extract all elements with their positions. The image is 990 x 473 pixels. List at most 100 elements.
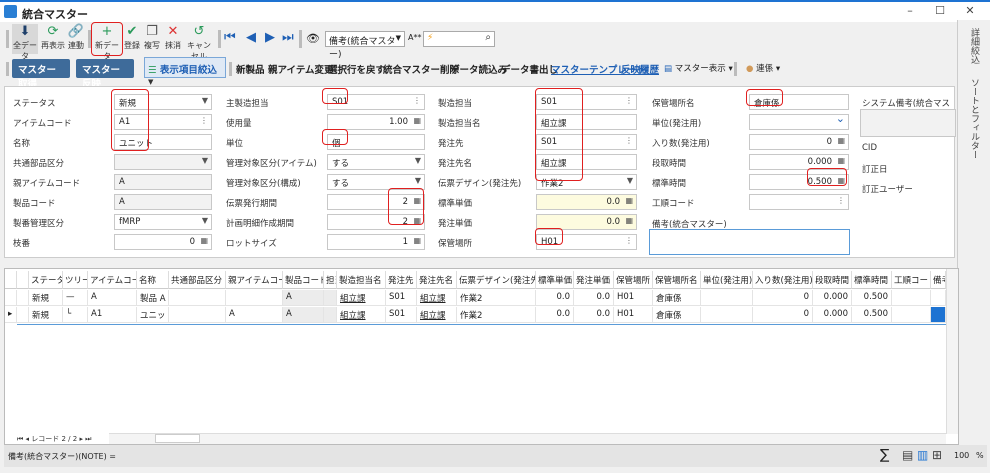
- erase-button[interactable]: ✕ 抹消: [163, 24, 183, 54]
- record-navigator[interactable]: ⏮ ◂ レコード 2 / 2 ▸ ⏭: [17, 434, 91, 444]
- table-cell[interactable]: S01: [386, 290, 417, 306]
- search-field-select[interactable]: 備考(統合マスター) ▼: [325, 31, 405, 60]
- field-col1-7[interactable]: 0 ▦: [114, 234, 212, 250]
- next-record-icon[interactable]: ▶: [265, 30, 275, 45]
- field-col2-1[interactable]: 1.00 ▦: [327, 114, 425, 130]
- dropdown-arrow-icon[interactable]: ▼: [627, 176, 633, 185]
- dropdown-arrow-icon[interactable]: ▼: [202, 96, 208, 105]
- apply-history-link[interactable]: 反映履歴: [621, 62, 659, 76]
- field-col4-1[interactable]: ⌄: [749, 114, 849, 130]
- column-header[interactable]: 発注先: [386, 271, 417, 289]
- note-textarea[interactable]: [649, 229, 850, 255]
- lookup-icon[interactable]: ⋮: [625, 136, 633, 145]
- apply-master-button[interactable]: マスター反映: [76, 59, 134, 90]
- table-cell[interactable]: 0.000: [813, 290, 852, 306]
- relation-dropdown[interactable]: ● 連係 ▾: [746, 62, 780, 74]
- column-header[interactable]: 備考: [931, 271, 946, 289]
- table-cell[interactable]: H01: [614, 290, 653, 306]
- column-header[interactable]: 入り数(発注用): [753, 271, 813, 289]
- table-cell[interactable]: [226, 290, 283, 306]
- table-cell[interactable]: 作業2: [457, 290, 536, 306]
- table-cell[interactable]: A: [283, 307, 324, 323]
- table-cell[interactable]: 0.000: [813, 307, 852, 323]
- table-cell[interactable]: [169, 290, 226, 306]
- table-cell[interactable]: A1: [88, 307, 137, 323]
- import-data-button[interactable]: データ読込み: [450, 62, 507, 76]
- grid-view-icon[interactable]: ⊞: [932, 448, 942, 462]
- calculator-icon[interactable]: ▦: [200, 236, 208, 245]
- first-record-icon[interactable]: ⏮: [224, 30, 236, 45]
- calculator-icon[interactable]: ▦: [413, 236, 421, 245]
- column-header[interactable]: [5, 271, 17, 289]
- system-note-field[interactable]: [860, 109, 956, 137]
- copy-button[interactable]: ❐ 複写: [142, 24, 162, 54]
- column-header[interactable]: 発注先名: [417, 271, 457, 289]
- column-header[interactable]: 名称: [137, 271, 169, 289]
- column-header[interactable]: 段取時間: [813, 271, 852, 289]
- register-button[interactable]: ✔ 登録: [123, 24, 141, 54]
- calculator-icon[interactable]: ▦: [837, 136, 845, 145]
- search-input[interactable]: ⚡ ⌕: [423, 31, 495, 47]
- column-header[interactable]: ステータス: [29, 271, 63, 289]
- table-cell[interactable]: 組立課: [337, 307, 386, 323]
- table-cell[interactable]: [169, 307, 226, 323]
- field-col1-6[interactable]: fMRP ▼: [114, 214, 212, 230]
- filter-items-dropdown[interactable]: ☰ 表示項目絞込 ▼: [144, 57, 226, 86]
- calculator-icon[interactable]: ▦: [625, 216, 633, 225]
- table-cell[interactable]: 組立課: [337, 290, 386, 306]
- table-cell[interactable]: 0.0: [536, 290, 574, 306]
- column-header[interactable]: アイテムコード: [88, 271, 137, 289]
- table-cell[interactable]: [17, 290, 29, 306]
- link-button[interactable]: 🔗 連動: [66, 24, 86, 54]
- export-data-button[interactable]: データ書出し: [501, 62, 558, 76]
- side-tab-detail-filter[interactable]: 詳細絞込: [968, 28, 981, 64]
- table-cell[interactable]: 0.0: [574, 307, 614, 323]
- table-cell[interactable]: [5, 290, 17, 306]
- delete-master-button[interactable]: 統合マスター削除: [383, 62, 459, 76]
- form-view-icon[interactable]: ▤: [902, 448, 913, 462]
- table-cell[interactable]: 製品 A: [137, 290, 169, 306]
- search-icon[interactable]: ⌕: [485, 32, 491, 43]
- binoculars-icon[interactable]: 👁: [306, 32, 320, 45]
- table-cell[interactable]: 0: [753, 290, 813, 306]
- field-col4-5[interactable]: ⋮: [749, 194, 849, 210]
- table-cell[interactable]: A: [226, 307, 283, 323]
- grid-vscrollbar[interactable]: [946, 269, 958, 434]
- table-cell[interactable]: [701, 290, 753, 306]
- field-col4-2[interactable]: 0 ▦: [749, 134, 849, 150]
- column-header[interactable]: 共通部品区分: [169, 271, 226, 289]
- minimize-button[interactable]: –: [898, 4, 922, 20]
- table-cell[interactable]: [324, 290, 337, 306]
- table-cell[interactable]: A: [88, 290, 137, 306]
- table-cell[interactable]: ▸: [5, 307, 17, 323]
- table-cell[interactable]: A: [283, 290, 324, 306]
- table-cell[interactable]: 0.0: [536, 307, 574, 323]
- dropdown-arrow-icon[interactable]: ▼: [415, 176, 421, 185]
- new-product-button[interactable]: 新製品: [236, 62, 265, 76]
- cancel-button[interactable]: ↺キャンセル: [184, 24, 214, 61]
- column-header[interactable]: 工順コード: [892, 271, 931, 289]
- table-cell[interactable]: —: [63, 290, 88, 306]
- table-cell[interactable]: 倉庫係: [653, 290, 701, 306]
- lookup-icon[interactable]: ⋮: [200, 116, 208, 125]
- table-cell[interactable]: [701, 307, 753, 323]
- table-cell[interactable]: [324, 307, 337, 323]
- column-header[interactable]: 親アイテムコード: [226, 271, 283, 289]
- column-header[interactable]: 保管場所名: [653, 271, 701, 289]
- table-cell[interactable]: ユニット: [137, 307, 169, 323]
- table-cell[interactable]: 組立課: [417, 307, 457, 323]
- calculator-icon[interactable]: ▦: [413, 116, 421, 125]
- column-header[interactable]: 伝票デザイン(発注先): [457, 271, 536, 289]
- column-header[interactable]: 製品コード: [283, 271, 324, 289]
- field-col2-7[interactable]: 1 ▦: [327, 234, 425, 250]
- table-cell[interactable]: 組立課: [417, 290, 457, 306]
- field-col1-4[interactable]: A: [114, 174, 212, 190]
- field-col2-3[interactable]: する ▼: [327, 154, 425, 170]
- table-cell[interactable]: 倉庫係: [653, 307, 701, 323]
- table-cell[interactable]: [892, 290, 931, 306]
- chevron-down-icon[interactable]: ⌄: [836, 115, 845, 125]
- revert-selected-row-button[interactable]: 選択行を戻す: [328, 62, 385, 76]
- table-cell[interactable]: 0.0: [574, 290, 614, 306]
- all-data-button[interactable]: ⬇ 全データ: [12, 24, 38, 61]
- table-cell[interactable]: 新規: [29, 290, 63, 306]
